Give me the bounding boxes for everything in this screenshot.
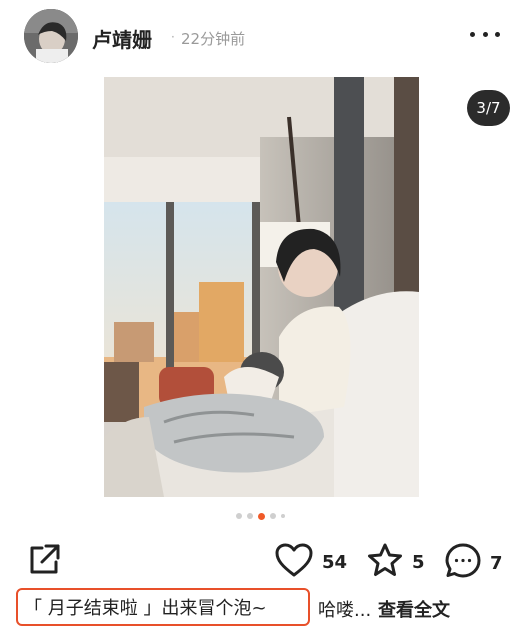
- avatar[interactable]: [24, 9, 78, 63]
- image-counter: 3/7: [467, 90, 510, 126]
- star-icon: [366, 542, 404, 582]
- carousel-dots: [236, 512, 285, 520]
- carousel-dot[interactable]: [270, 513, 276, 519]
- post-time: 22分钟前: [181, 30, 246, 48]
- post-header: 卢靖姗 · 22分钟前: [0, 0, 522, 74]
- action-bar: 54 5 7: [0, 536, 522, 584]
- comment-button[interactable]: 7: [444, 542, 503, 584]
- like-button[interactable]: 54: [274, 542, 347, 582]
- share-icon[interactable]: [24, 540, 64, 580]
- comment-count: 7: [490, 552, 503, 574]
- favorite-count: 5: [412, 551, 425, 573]
- separator-dot: ·: [171, 30, 175, 44]
- caption-text: 哈喽...: [318, 600, 372, 621]
- post-photo[interactable]: [104, 77, 419, 497]
- read-more-link[interactable]: 查看全文: [378, 596, 450, 622]
- carousel-dot[interactable]: [247, 513, 253, 519]
- carousel-dot[interactable]: [281, 514, 285, 518]
- carousel-dot-active[interactable]: [258, 512, 265, 520]
- favorite-button[interactable]: 5: [366, 542, 425, 582]
- comment-icon: [444, 542, 482, 584]
- carousel-dot[interactable]: [236, 513, 242, 519]
- more-icon[interactable]: [470, 22, 500, 46]
- post-caption: 「 月子结束啦 」出来冒个泡~ 哈喽... 查看全文: [16, 588, 516, 628]
- caption-highlight: 「 月子结束啦 」出来冒个泡~: [16, 588, 310, 626]
- like-count: 54: [322, 551, 348, 573]
- author-name[interactable]: 卢靖姗: [92, 24, 152, 53]
- heart-icon: [274, 542, 314, 582]
